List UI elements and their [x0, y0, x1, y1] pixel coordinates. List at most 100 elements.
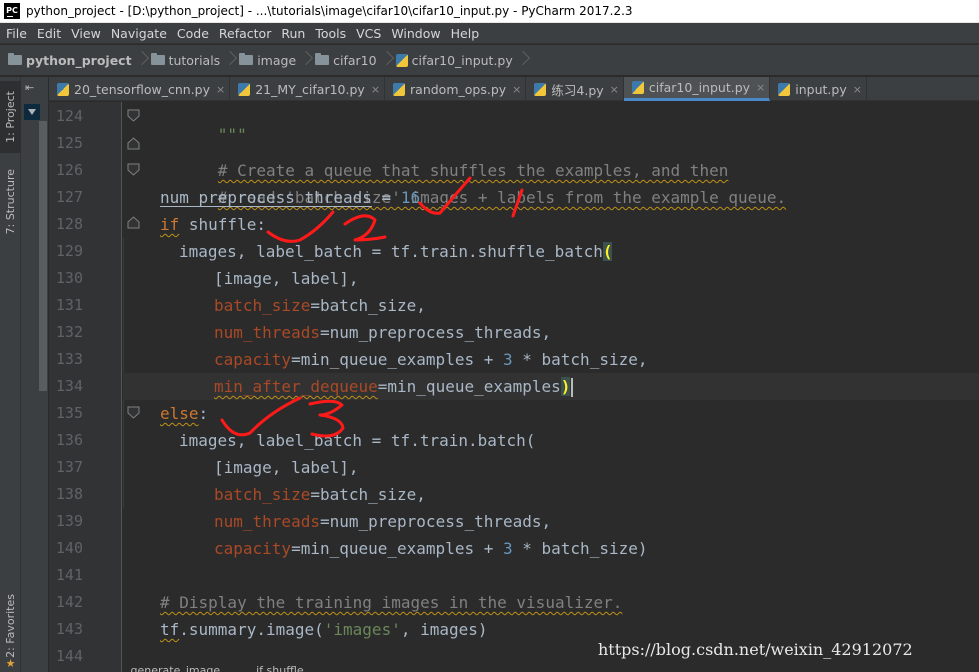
code-line: capacity=min_queue_examples + 3 * batch_… — [123, 535, 979, 562]
matched-bracket: ( — [602, 242, 613, 261]
python-file-icon — [395, 53, 408, 67]
code-line: # Create a queue that shuffles the examp… — [123, 130, 979, 180]
menu-help[interactable]: Help — [446, 23, 485, 44]
code-line: tf.summary.image('images', images) — [123, 616, 979, 643]
structure-tab-label: 7: Structure — [4, 169, 17, 235]
close-icon[interactable]: × — [853, 83, 862, 96]
python-file-icon — [631, 81, 644, 94]
close-icon[interactable]: × — [512, 83, 521, 96]
breadcrumb-label: cifar10_input.py — [411, 52, 513, 68]
breadcrumb-function[interactable]: _generate_image... — [125, 664, 231, 672]
code-text-area[interactable]: """ # Create a queue that shuffles the e… — [123, 102, 979, 672]
code-text: * batch_size) — [512, 539, 648, 558]
tab-label: 21_MY_cifar10.py — [255, 81, 365, 97]
code-line-current: min_after_dequeue=min_queue_examples) — [123, 373, 979, 400]
string-literal: 'images' — [323, 620, 401, 639]
close-icon[interactable]: × — [756, 81, 765, 94]
code-line: num_preprocess_threads = 16 — [123, 184, 979, 211]
chevron-right-icon — [225, 49, 233, 71]
menu-navigate[interactable]: Navigate — [106, 23, 172, 44]
code-editor[interactable]: 124 125 126 127 128 129 130 131 132 133 … — [49, 102, 979, 672]
keyword: else — [160, 404, 199, 423]
tab-random-ops[interactable]: random_ops.py × — [385, 77, 527, 101]
code-text: =num_preprocess_threads, — [319, 512, 552, 531]
breadcrumb-tutorials[interactable]: tutorials — [150, 53, 220, 68]
favorites-tool-tab[interactable]: 2: Favorites ★ — [0, 592, 21, 672]
operator: = — [371, 188, 401, 207]
keyword-arg: capacity — [214, 539, 292, 558]
code-line: capacity=min_queue_examples + 3 * batch_… — [123, 346, 979, 373]
code-text: =batch_size, — [310, 485, 426, 504]
number-literal: 3 — [502, 539, 513, 558]
code-line: [image, label], — [123, 265, 979, 292]
code-text: =min_queue_examples — [377, 377, 561, 396]
number-literal: 3 — [502, 350, 513, 369]
keyword-arg: batch_size — [214, 485, 311, 504]
code-text: =batch_size, — [310, 296, 426, 315]
chevron-right-icon — [518, 49, 526, 71]
number-literal: 16 — [400, 188, 421, 207]
menu-code[interactable]: Code — [172, 23, 214, 44]
pycharm-logo-icon: PC — [4, 3, 20, 19]
folder-icon — [315, 53, 330, 65]
code-line: else: — [123, 400, 979, 427]
python-file-icon — [778, 82, 791, 96]
code-text: , images) — [400, 620, 488, 639]
code-text: [image, label], — [214, 269, 359, 288]
project-scrollbar[interactable] — [39, 121, 47, 391]
code-line: num_threads=num_preprocess_threads, — [123, 319, 979, 346]
breadcrumb-cifar10[interactable]: cifar10 — [315, 52, 377, 68]
code-line: images, label_batch = tf.train.batch( — [123, 427, 979, 454]
tab-label: input.py — [795, 81, 847, 97]
tab-lianxi4[interactable]: 练习4.py × — [526, 77, 624, 101]
tab-21-my-cifar10[interactable]: 21_MY_cifar10.py × — [230, 77, 386, 101]
breadcrumb-image[interactable]: image — [239, 53, 296, 68]
tab-input[interactable]: input.py × — [770, 77, 867, 101]
close-icon[interactable]: × — [216, 83, 225, 96]
breadcrumb-file[interactable]: cifar10_input.py — [395, 52, 513, 68]
menu-view[interactable]: View — [66, 23, 106, 44]
breadcrumb-label: cifar10 — [333, 52, 377, 68]
menu-window[interactable]: Window — [386, 23, 445, 44]
comment-text: # Display the training images in the vis… — [160, 593, 623, 612]
gear-icon[interactable]: ⇤ — [25, 81, 34, 94]
code-text: =min_queue_examples + — [291, 539, 503, 558]
expand-tree-icon[interactable] — [24, 104, 40, 120]
breadcrumb-project[interactable]: python_project — [8, 53, 132, 68]
breadcrumb-if-shuffle[interactable]: if shuffle — [256, 664, 304, 672]
tab-cifar10-input[interactable]: cifar10_input.py × — [623, 77, 771, 101]
folder-icon — [8, 53, 22, 65]
close-icon[interactable]: × — [610, 83, 619, 96]
chevron-right-icon — [301, 49, 309, 71]
structure-tool-tab[interactable]: 7: Structure — [0, 157, 21, 247]
chevron-right-icon — [382, 49, 390, 71]
tab-label: 20_tensorflow_cnn.py — [74, 81, 210, 97]
keyword-arg: capacity — [214, 350, 292, 369]
code-line: images, label_batch = tf.train.shuffle_b… — [123, 238, 979, 265]
keyword-arg: num_threads — [214, 512, 320, 531]
matched-bracket: ) — [560, 377, 571, 396]
python-file-icon — [238, 82, 251, 96]
code-text: shuffle: — [179, 215, 266, 234]
tab-label: cifar10_input.py — [648, 80, 751, 95]
project-panel: ⇤ — [21, 77, 49, 672]
tab-20-tensorflow-cnn[interactable]: 20_tensorflow_cnn.py × — [49, 77, 231, 101]
menu-run[interactable]: Run — [276, 23, 310, 44]
favorites-tab-label: 2: Favorites — [4, 593, 17, 658]
menu-vcs[interactable]: VCS — [351, 23, 386, 44]
project-tool-tab[interactable]: 1: Project — [0, 81, 21, 153]
star-icon: ★ — [5, 657, 16, 671]
menu-file[interactable]: File — [0, 23, 32, 44]
folder-icon — [239, 53, 254, 65]
close-icon[interactable]: × — [371, 83, 380, 96]
code-line: batch_size=batch_size, — [123, 292, 979, 319]
menu-edit[interactable]: Edit — [32, 23, 66, 44]
text-caret — [571, 378, 574, 397]
editor-breadcrumb[interactable]: _generate_image... if shuffle — [125, 660, 979, 672]
menu-tools[interactable]: Tools — [310, 23, 351, 44]
editor-tab-bar: 20_tensorflow_cnn.py × 21_MY_cifar10.py … — [49, 77, 979, 101]
code-text: .summary.image( — [179, 620, 324, 639]
menu-refactor[interactable]: Refactor — [214, 23, 276, 44]
code-text: =min_queue_examples + — [291, 350, 503, 369]
